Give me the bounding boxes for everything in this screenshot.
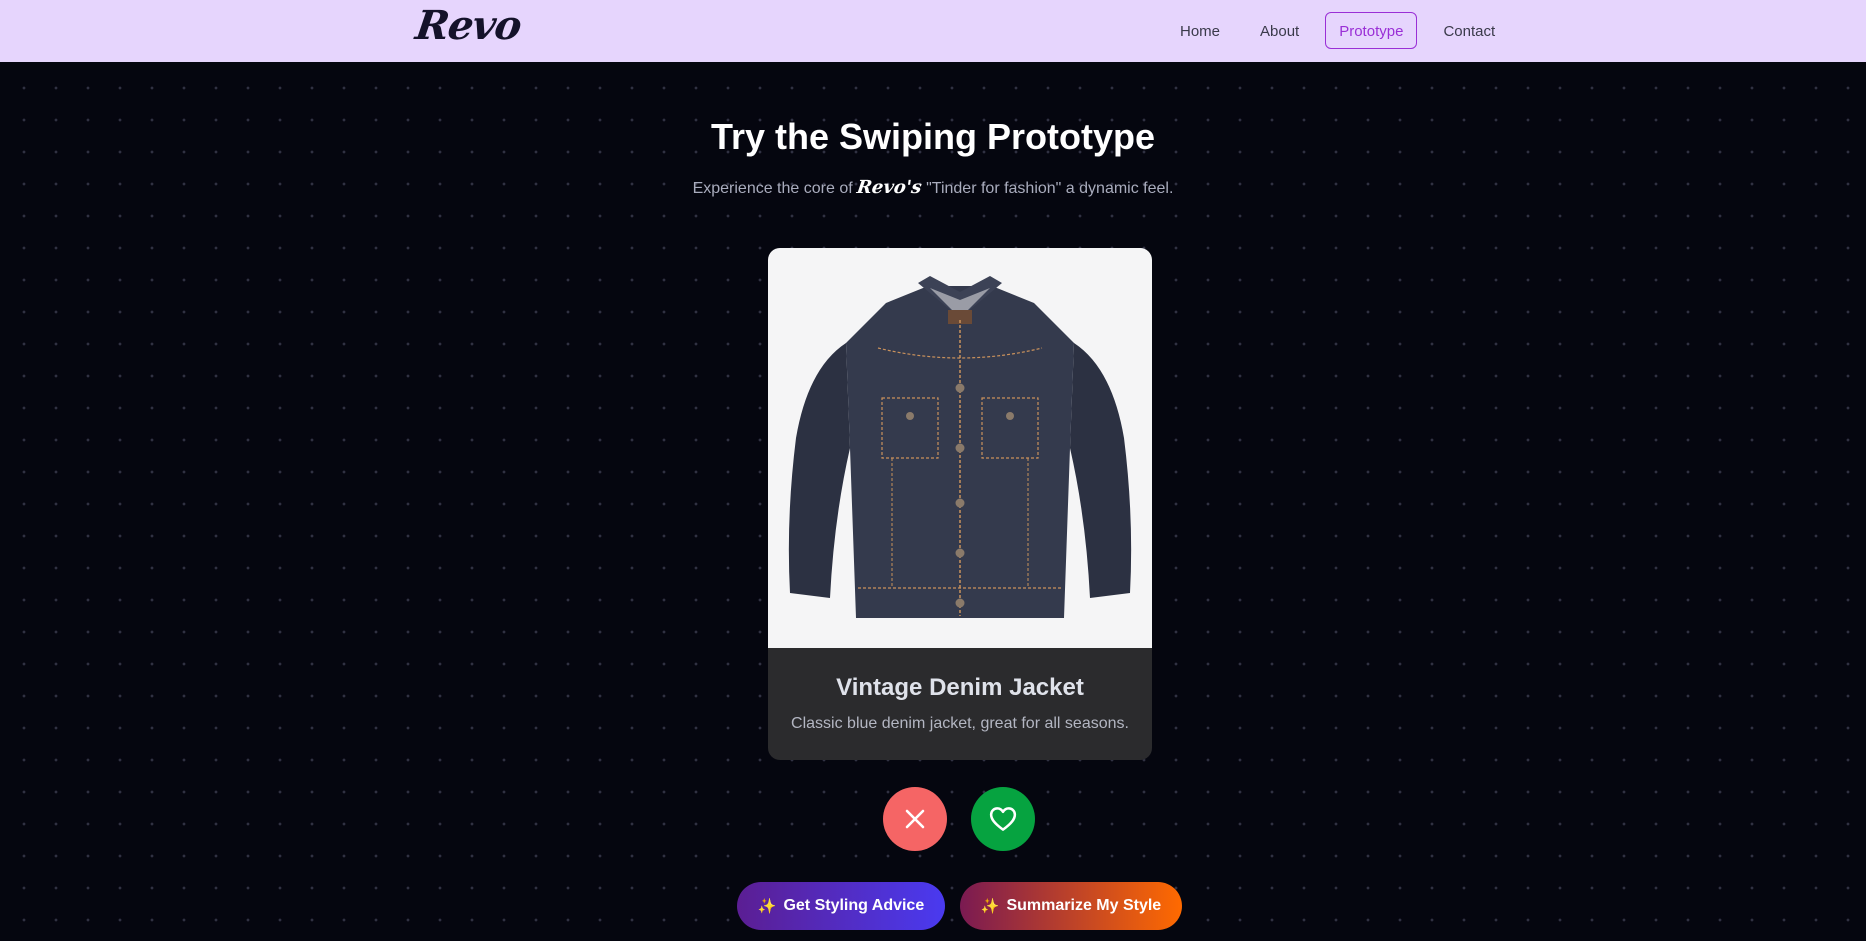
heart-icon [989,807,1017,831]
like-button[interactable] [971,787,1035,851]
product-description: Classic blue denim jacket, great for all… [791,715,1129,732]
sparkles-icon: ✨ [980,898,1000,915]
subtitle-text-start: Experience the core of [692,180,858,197]
subtitle-text-end: "Tinder for fashion" a dynamic feel. [921,180,1174,197]
page-subtitle: Experience the core of Revo's "Tinder fo… [0,177,1866,198]
top-navbar: Revo Home About Prototype Contact [0,0,1866,62]
subtitle-brand-logo: Revo's [855,177,924,198]
nav-links: Home About Prototype Contact [1166,12,1509,49]
close-icon [905,809,925,829]
product-title: Vintage Denim Jacket [836,674,1084,701]
sparkles-icon: ✨ [757,898,777,915]
dislike-button[interactable] [883,787,947,851]
summarize-my-style-button[interactable]: ✨ Summarize My Style [960,882,1182,930]
denim-jacket-image [768,248,1152,648]
page-title: Try the Swiping Prototype [710,116,1156,157]
product-card[interactable]: Vintage Denim Jacket Classic blue denim … [768,248,1152,760]
revo-logo[interactable]: Revo [413,2,524,49]
nav-link-about[interactable]: About [1246,12,1313,49]
nav-link-home[interactable]: Home [1166,12,1234,49]
summarize-my-style-label: Summarize My Style [1006,897,1162,914]
get-styling-advice-button[interactable]: ✨ Get Styling Advice [737,882,945,930]
nav-link-contact[interactable]: Contact [1429,12,1509,49]
get-styling-advice-label: Get Styling Advice [783,897,925,914]
nav-link-prototype[interactable]: Prototype [1325,12,1418,49]
